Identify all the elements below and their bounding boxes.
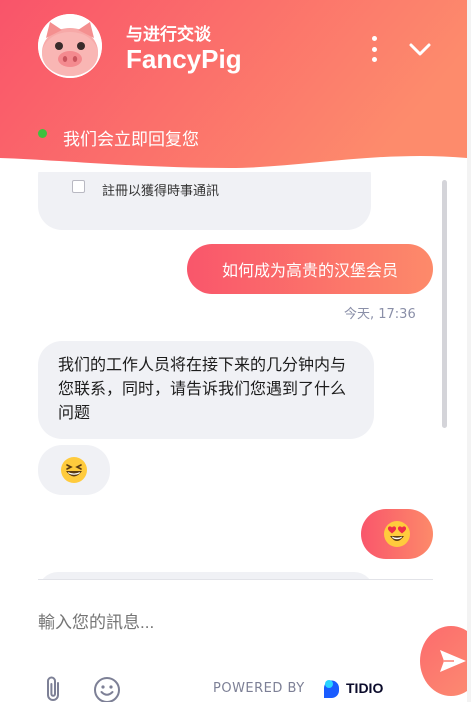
tidio-brand-text[interactable]: TIDIO [346,680,383,696]
status-text: 我们会立即回复您 [63,130,199,150]
chevron-down-icon[interactable] [406,36,434,62]
more-vertical-icon[interactable] [364,36,384,62]
online-status-dot [38,129,47,138]
operator-emoji-bubble [38,445,110,495]
pig-avatar-icon [38,14,102,78]
visitor-emoji-bubble [361,509,433,559]
message-text: 我们的工作人员将在接下来的几分钟内与您联系，同时，请告诉我们您遇到了什么问题 [58,355,347,422]
powered-by-label: POWERED BY [213,681,305,696]
visitor-message-bubble: 如何成为高贵的汉堡会员 [187,244,433,294]
tidio-logo-icon[interactable] [321,679,343,699]
composer-divider [38,579,433,580]
heart-eyes-face-emoji [384,521,410,547]
header-subtitle: 与进行交谈 [126,25,211,45]
newsletter-checkbox-label: 註冊以獲得時事通訊 [102,184,220,199]
smile-icon[interactable] [93,676,121,702]
message-scrollbar[interactable] [442,180,447,428]
chat-header: 与进行交谈 FancyPig 我们会立即回复您 [0,0,467,172]
operator-message-bubble: 我们的工作人员将在接下来的几分钟内与您联系，同时，请告诉我们您遇到了什么问题 [38,341,374,439]
message-timestamp: 今天, 17:36 [344,307,416,322]
grinning-squinting-face-emoji [61,457,87,483]
operator-name: FancyPig [126,44,242,74]
chat-widget: 与进行交谈 FancyPig 我们会立即回复您 註冊以獲得時事通訊 如何成为高贵… [0,0,467,702]
send-icon [440,650,466,672]
newsletter-form-card: 註冊以獲得時事通訊 [38,172,371,230]
message-input[interactable] [38,611,378,635]
newsletter-checkbox[interactable] [72,180,85,193]
paperclip-icon[interactable] [44,675,64,702]
message-text: 如何成为高贵的汉堡会员 [221,261,398,280]
message-list[interactable]: 註冊以獲得時事通訊 如何成为高贵的汉堡会员 今天, 17:36 我们的工作人员将… [0,172,467,580]
send-button[interactable] [420,626,467,696]
